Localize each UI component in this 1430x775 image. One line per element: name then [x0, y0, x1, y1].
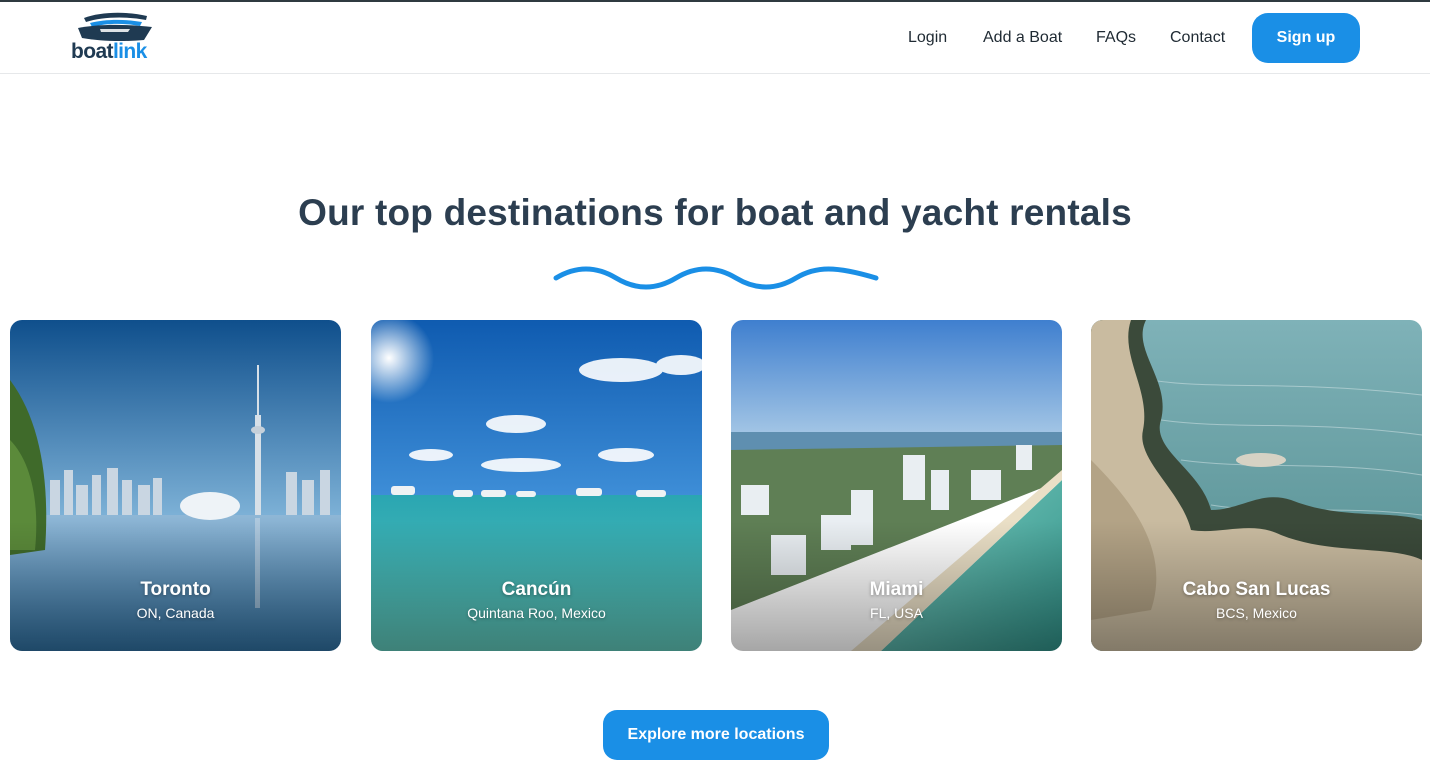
main-nav: Login Add a Boat FAQs Contact Sign up [0, 2, 1430, 74]
destination-region: BCS, Mexico [1216, 605, 1297, 621]
destination-name: Miami [869, 579, 924, 600]
nav-login[interactable]: Login [908, 27, 947, 49]
nav-faqs[interactable]: FAQs [1096, 27, 1136, 49]
destination-region: FL, USA [870, 605, 923, 621]
destination-region: Quintana Roo, Mexico [467, 605, 606, 621]
destination-card-toronto[interactable]: Toronto ON, Canada [10, 320, 341, 651]
destination-name: Toronto [140, 579, 211, 600]
explore-more-locations-button[interactable]: Explore more locations [603, 710, 829, 760]
destination-name: Cancún [501, 579, 572, 600]
destination-card-cabo-san-lucas[interactable]: Cabo San Lucas BCS, Mexico [1091, 320, 1422, 651]
nav-add-a-boat[interactable]: Add a Boat [983, 27, 1062, 49]
nav-contact[interactable]: Contact [1170, 27, 1225, 49]
destination-region: ON, Canada [136, 605, 215, 621]
destination-card-miami[interactable]: Miami FL, USA [731, 320, 1062, 651]
site-header: boatlink Login Add a Boat FAQs Contact S… [0, 2, 1430, 74]
destination-card-cancun[interactable]: Cancún Quintana Roo, Mexico [371, 320, 702, 651]
destination-name: Cabo San Lucas [1182, 579, 1331, 600]
section-title: Our top destinations for boat and yacht … [298, 192, 1132, 233]
signup-button[interactable]: Sign up [1252, 13, 1360, 63]
wave-icon [553, 266, 879, 290]
